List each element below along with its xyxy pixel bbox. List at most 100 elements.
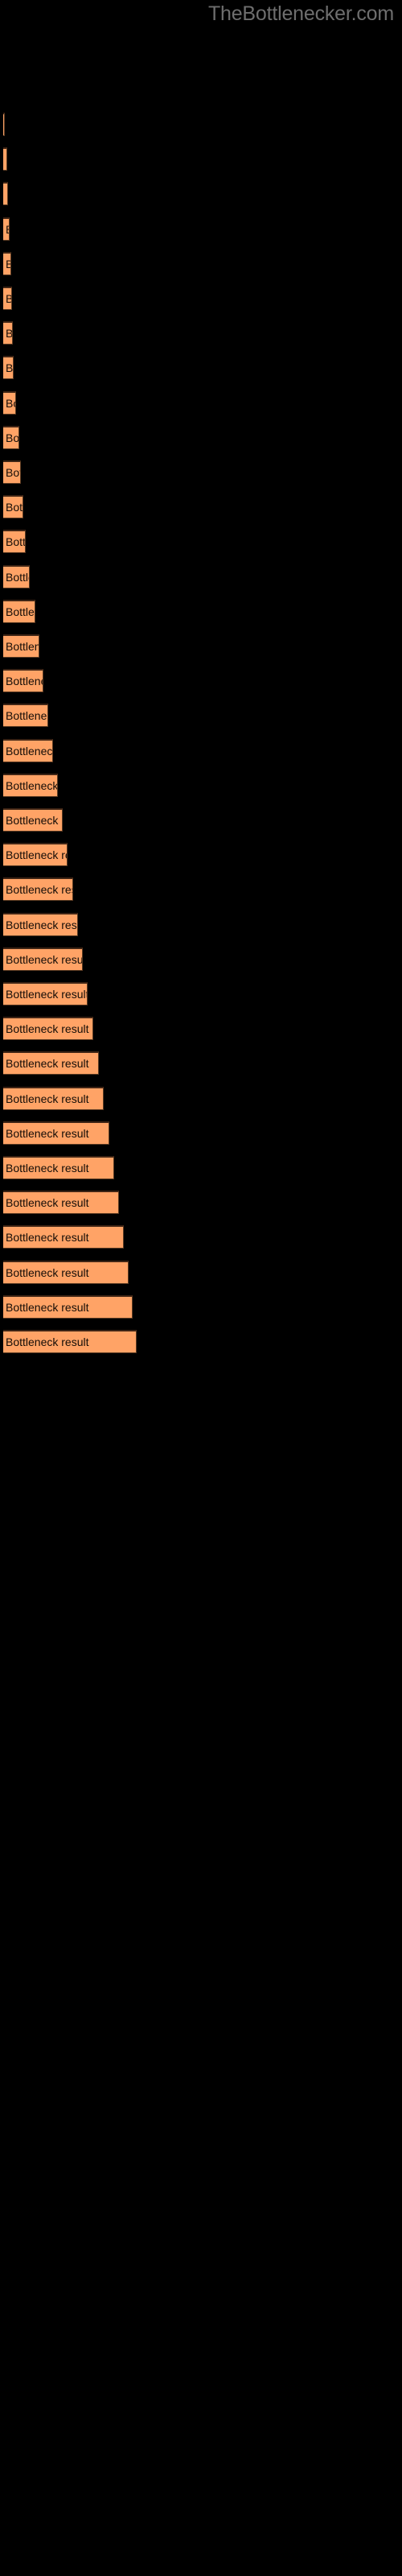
chart-bar-row: Bottleneck result [0,460,402,484]
chart-bar[interactable]: Bottleneck result [3,147,7,171]
chart-bar-label: Bottleneck result [6,744,53,758]
chart-bar[interactable]: Bottleneck result [3,321,13,345]
chart-bar-label: Bottleneck result [6,396,15,410]
chart-bar-label: Bottleneck result [6,361,14,375]
chart-bar-row: Bottleneck result [0,808,402,832]
chart-bar-row: Bottleneck result [0,321,402,345]
chart-bar-row: Bottleneck result [0,425,402,449]
chart-bar-row: Bottleneck result [0,495,402,519]
chart-bar[interactable]: Bottleneck result [3,669,43,693]
chart-bar-label: Bottleneck result [6,1162,89,1174]
chart-bar-row: Bottleneck result [0,287,402,310]
chart-bar-label: Bottleneck result [6,293,11,304]
chart-bar[interactable]: Bottleneck result [3,530,26,554]
chart-bar-label: Bottleneck result [6,1231,89,1245]
chart-bar-row: Bottleneck result [0,1121,402,1145]
chart-bar-row: Bottleneck result [0,1330,402,1353]
chart-bar-row: Bottleneck result [0,599,402,623]
chart-bar[interactable]: Bottleneck result [3,773,58,797]
chart-bar-label: Bottleneck result [6,1057,89,1071]
chart-bar[interactable]: Bottleneck result [3,251,11,275]
chart-bar-label: Bottleneck result [6,1300,89,1314]
chart-bar-label: Bottleneck result [6,501,23,514]
chart-bar-row: Bottleneck result [0,843,402,867]
chart-bar[interactable]: Bottleneck result [3,1017,93,1041]
chart-bar-row: Bottleneck result [0,147,402,171]
chart-bar-row: Bottleneck result [0,634,402,658]
chart-bar-label: Bottleneck result [6,570,29,584]
chart-bar[interactable]: Bottleneck result [3,287,12,310]
chart-bar-row: Bottleneck result [0,1051,402,1075]
chart-bar[interactable]: Bottleneck result [3,1294,133,1319]
chart-bar[interactable]: Bottleneck result [3,982,88,1005]
chart-bar[interactable]: Bottleneck result [3,390,16,415]
chart-bar[interactable]: Bottleneck result [3,1260,129,1284]
chart-bar-row: Bottleneck result [0,738,402,762]
chart-bar[interactable]: Bottleneck result [3,1191,119,1215]
chart-bar-row: Bottleneck result [0,564,402,588]
chart-bar-label: Bottleneck result [6,605,35,618]
chart-bar-label: Bottleneck result [6,1265,89,1279]
chart-bar-label: Bottleneck result [6,988,88,1001]
chart-bar[interactable]: Bottleneck result [3,947,83,971]
chart-bar[interactable]: Bottleneck result [3,808,63,832]
chart-bar-row: Bottleneck result [0,1017,402,1041]
chart-bar[interactable]: Bottleneck result [3,738,53,762]
chart-bar-row: Bottleneck result [0,773,402,797]
chart-bar[interactable]: Bottleneck result [3,634,39,658]
chart-bar-label: Bottleneck result [6,778,58,792]
chart-bar-row: Bottleneck result [0,1156,402,1179]
bottleneck-bar-chart: Bottleneck result Bottleneck result Bottle… [0,0,402,2576]
chart-bar[interactable]: Bottleneck result [3,425,19,449]
chart-bar[interactable]: Bottleneck result [3,460,21,484]
chart-bar[interactable]: Bottleneck result [3,843,68,867]
chart-bar[interactable]: Bottleneck result [3,564,30,588]
chart-bar[interactable]: Bottleneck result [3,912,78,936]
chart-bar-row: Bottleneck result [0,390,402,415]
chart-bar[interactable]: Bottleneck result [3,1086,104,1110]
chart-bar[interactable]: Bottleneck result [3,1051,99,1075]
chart-bar[interactable]: Bottleneck result [3,1225,124,1249]
chart-bar-row: Bottleneck result [0,113,402,136]
chart-bar-row: Bottleneck result [0,669,402,693]
chart-bar-label: Bottleneck result [6,258,10,270]
chart-bar-label: Bottleneck result [6,814,62,827]
chart-bar[interactable]: Bottleneck result [3,1156,114,1179]
chart-bar-label: Bottleneck result [6,952,83,966]
chart-bar-row: Bottleneck result [0,217,402,241]
chart-bar-label: Bottleneck result [6,1022,89,1036]
chart-bar-label: Bottleneck result [6,883,72,897]
chart-bar[interactable]: Bottleneck result [3,704,48,728]
chart-bar[interactable]: Bottleneck result [3,113,5,136]
chart-bar-label: Bottleneck result [6,848,67,862]
chart-bar-label: Bottleneck result [6,1092,89,1105]
chart-bar-row: Bottleneck result [0,704,402,728]
chart-bar-row: Bottleneck result [0,912,402,936]
chart-bar-row: Bottleneck result [0,877,402,902]
chart-bar-row: Bottleneck result [0,1086,402,1110]
chart-bar-label: Bottleneck result [6,466,20,479]
chart-bar-row: Bottleneck result [0,356,402,380]
chart-bar-label: Bottleneck result [6,1335,89,1348]
chart-bar-row: Bottleneck result [0,947,402,971]
chart-bar-row: Bottleneck result [0,1191,402,1215]
chart-bar-label: Bottleneck result [6,431,19,444]
chart-bar-label: Bottleneck result [6,1196,89,1210]
chart-bar[interactable]: Bottleneck result [3,182,8,206]
chart-bar-label: Bottleneck result [6,640,39,653]
chart-bar[interactable]: Bottleneck result [3,1330,137,1353]
chart-bar-label: Bottleneck result [6,327,13,341]
chart-bar-row: Bottleneck result [0,251,402,275]
chart-bar[interactable]: Bottleneck result [3,495,23,519]
chart-bar-row: Bottleneck result [0,1294,402,1319]
chart-bar-row: Bottleneck result [0,182,402,206]
chart-bar[interactable]: Bottleneck result [3,356,14,380]
chart-bar-label: Bottleneck result [6,709,47,723]
chart-bar-row: Bottleneck result [0,982,402,1005]
chart-bar[interactable]: Bottleneck result [3,217,10,241]
chart-bar-label: Bottleneck result [6,1126,89,1140]
chart-bar[interactable]: Bottleneck result [3,877,73,902]
chart-bar-label: Bottleneck result [6,675,43,688]
chart-bar[interactable]: Bottleneck result [3,1121,109,1145]
chart-bar[interactable]: Bottleneck result [3,599,35,623]
